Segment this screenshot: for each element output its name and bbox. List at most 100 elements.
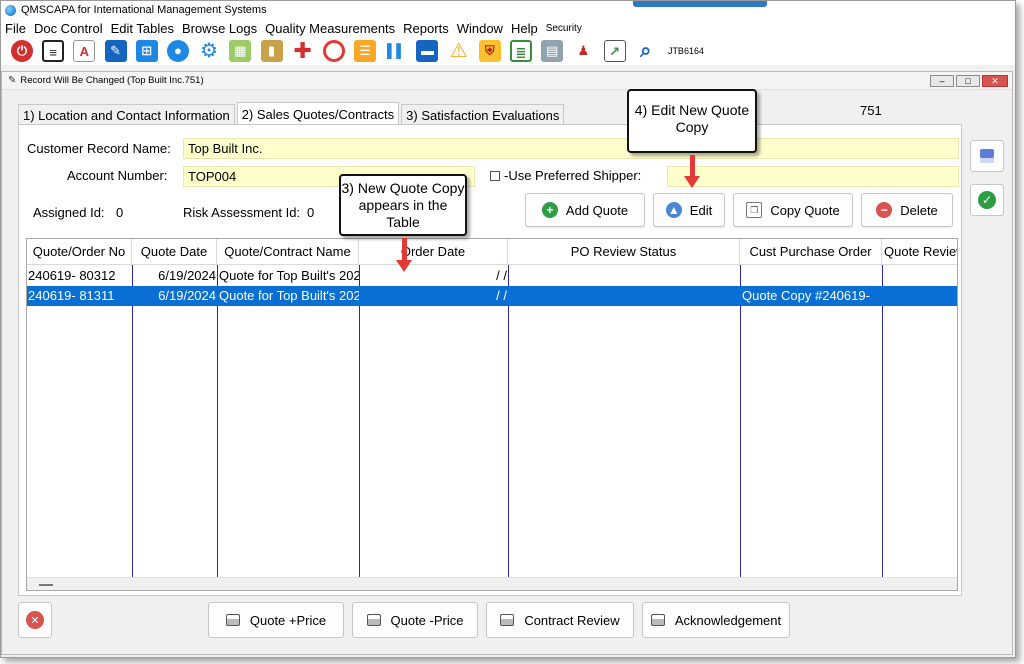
column-header-cust-purchase-order[interactable]: Cust Purchase Order xyxy=(740,239,882,265)
preferred-shipper-field[interactable] xyxy=(667,166,959,187)
menu-window[interactable]: Window xyxy=(457,21,503,36)
column-header-quote-no[interactable]: Quote/Order No xyxy=(27,239,132,265)
warning-icon[interactable]: ⚠ xyxy=(446,38,472,64)
minimize-button[interactable]: – xyxy=(930,75,954,87)
confirm-button[interactable]: ✓ xyxy=(970,184,1004,216)
scanner-icon[interactable]: ▬ xyxy=(414,38,440,64)
sales-quotes-panel: Customer Record Name: Top Built Inc. Acc… xyxy=(18,124,962,596)
column-divider xyxy=(508,265,509,577)
first-aid-icon[interactable]: ✚ xyxy=(290,38,316,64)
menu-help[interactable]: Help xyxy=(511,21,538,36)
edit-label: Edit xyxy=(689,202,713,218)
lifebuoy-icon[interactable] xyxy=(321,38,347,64)
contract-review-label: Contract Review xyxy=(524,612,620,628)
quotes-table[interactable]: Quote/Order No Quote Date Quote/Contract… xyxy=(26,238,958,591)
printer-icon xyxy=(366,614,381,626)
use-preferred-shipper-checkbox[interactable] xyxy=(490,171,500,181)
cell-order-date: / / xyxy=(496,268,507,283)
tab-satisfaction-evaluations[interactable]: 3) Satisfaction Evaluations xyxy=(401,104,565,126)
menu-security[interactable]: Security xyxy=(546,23,582,34)
menu-edit-tables[interactable]: Edit Tables xyxy=(111,21,174,36)
column-header-quote-review[interactable]: Quote Review xyxy=(882,239,957,265)
edit-button[interactable]: ▲ Edit xyxy=(653,193,725,227)
restore-button[interactable]: □ xyxy=(956,75,980,87)
close-circle-icon: ✕ xyxy=(26,611,44,629)
scrollbar-thumb[interactable] xyxy=(39,584,53,586)
column-header-contract-name[interactable]: Quote/Contract Name xyxy=(217,239,359,265)
audit-book-icon[interactable]: ▮ xyxy=(259,38,285,64)
chat-icon[interactable]: ● xyxy=(165,38,191,64)
cancel-button[interactable]: ✕ xyxy=(18,602,52,638)
cell-quote-review xyxy=(883,266,957,286)
user-code: JTB6164 xyxy=(667,46,704,56)
org-chart-icon[interactable]: ⊞ xyxy=(134,38,160,64)
acknowledgement-button[interactable]: Acknowledgement xyxy=(642,602,790,638)
arrow-down-icon xyxy=(396,260,412,272)
assigned-id-label: Assigned Id: xyxy=(33,205,105,220)
app-titlebar: QMSCAPA for International Management Sys… xyxy=(1,1,1015,19)
acknowledgement-label: Acknowledgement xyxy=(674,612,782,628)
checklist-icon[interactable]: ≣ xyxy=(508,38,534,64)
risk-assessment-id-value: 0 xyxy=(307,205,315,220)
chart-trend-icon[interactable]: ↗ xyxy=(602,38,628,64)
main-toolbar: ⏻ ≡ A ✎ ⊞ ● ⚙ ▦ ▮ ✚ ☰ ▌▌ ▬ ⚠ ⛨ ≣ ▤ ♟ ↗ ⌕… xyxy=(1,37,1015,65)
menu-quality-measurements[interactable]: Quality Measurements xyxy=(265,21,395,36)
menu-reports[interactable]: Reports xyxy=(403,21,449,36)
checkmark-icon: ✓ xyxy=(978,191,996,209)
add-quote-button[interactable]: + Add Quote xyxy=(525,193,645,227)
delete-label: Delete xyxy=(900,202,938,218)
column-divider xyxy=(740,265,741,577)
staff-icon[interactable]: ♟ xyxy=(570,38,596,64)
risk-assessment-id-label: Risk Assessment Id: xyxy=(183,205,301,220)
app-logo-icon xyxy=(5,4,16,16)
contract-review-button[interactable]: Contract Review xyxy=(486,602,634,638)
cell-order-date: / / xyxy=(496,288,507,303)
server-icon[interactable]: ▤ xyxy=(539,38,565,64)
account-number-label: Account Number: xyxy=(67,168,168,183)
ruler-icon[interactable]: ✎ xyxy=(103,38,129,64)
cell-po-review-status xyxy=(509,266,740,286)
add-quote-label: Add Quote xyxy=(565,202,629,218)
record-number: 751 xyxy=(860,103,882,118)
save-button[interactable] xyxy=(970,140,1004,172)
power-icon[interactable]: ⏻ xyxy=(9,38,35,64)
column-header-quote-date[interactable]: Quote Date xyxy=(132,239,217,265)
menu-doc-control[interactable]: Doc Control xyxy=(34,21,103,36)
column-divider xyxy=(359,265,360,577)
tab-sales-quotes[interactable]: 2) Sales Quotes/Contracts xyxy=(236,102,400,126)
menu-file[interactable]: File xyxy=(5,21,26,36)
settings-gear-icon[interactable]: ⚙ xyxy=(196,38,222,64)
search-globe-icon[interactable]: ⌕ xyxy=(633,38,659,64)
cell-quote-no: 240619- 80312 xyxy=(28,268,116,283)
close-window-button[interactable]: ✕ xyxy=(982,75,1008,87)
calendar-icon[interactable]: ▦ xyxy=(227,38,253,64)
menu-bar: File Doc Control Edit Tables Browse Logs… xyxy=(1,19,1015,37)
minus-circle-icon: − xyxy=(876,202,893,218)
quote-plus-price-button[interactable]: Quote +Price xyxy=(208,602,344,638)
table-row-selected[interactable]: 240619- 81311 6/19/2024 Quote for Top Bu… xyxy=(27,286,957,306)
horizontal-scrollbar[interactable] xyxy=(27,577,957,590)
table-row[interactable]: 240619- 80312 6/19/2024 Quote for Top Bu… xyxy=(27,266,957,286)
cell-cust-purchase-order: Quote Copy #240619- xyxy=(742,288,870,303)
delete-button[interactable]: − Delete xyxy=(861,193,953,227)
cell-quote-review xyxy=(883,286,957,306)
customer-record-name-label: Customer Record Name: xyxy=(27,141,171,156)
copy-quote-button[interactable]: ❐ Copy Quote xyxy=(733,193,853,227)
column-header-po-review-status[interactable]: PO Review Status xyxy=(508,239,740,265)
shield-icon[interactable]: ⛨ xyxy=(477,38,503,64)
application-window: QMSCAPA for International Management Sys… xyxy=(0,0,1016,658)
callout-3-arrow-shaft xyxy=(402,238,407,260)
cell-quote-date: 6/19/2024 xyxy=(158,268,216,283)
column-header-order-date[interactable]: Order Date xyxy=(359,239,508,265)
tab-location-contact[interactable]: 1) Location and Contact Information xyxy=(18,104,235,126)
notebook-icon[interactable]: ☰ xyxy=(352,38,378,64)
customer-record-name-field[interactable]: Top Built Inc. xyxy=(183,138,959,159)
menu-browse-logs[interactable]: Browse Logs xyxy=(182,21,257,36)
document-list-icon[interactable]: ≡ xyxy=(40,38,66,64)
bar-chart-icon[interactable]: ▌▌ xyxy=(383,38,409,64)
pdf-icon[interactable]: A xyxy=(71,38,97,64)
record-window: ✎ Record Will Be Changed (Top Built Inc.… xyxy=(1,71,1013,655)
edit-triangle-icon: ▲ xyxy=(665,202,682,218)
quote-minus-price-button[interactable]: Quote -Price xyxy=(352,602,478,638)
printer-icon xyxy=(500,614,515,626)
